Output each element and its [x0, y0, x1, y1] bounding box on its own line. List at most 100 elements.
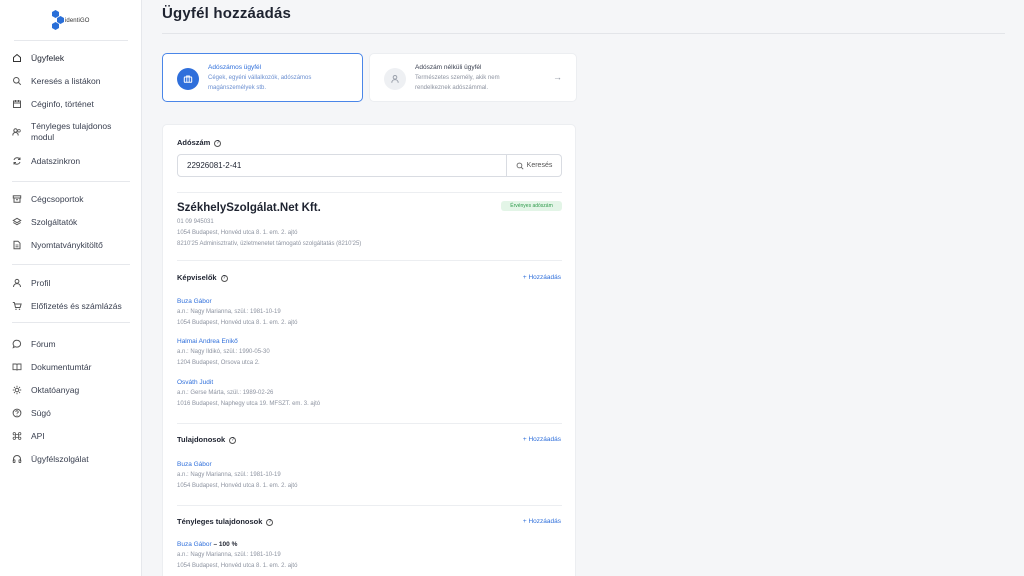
nav-item-ceginfo[interactable]: Céginfo, történet	[0, 92, 142, 115]
beneficial-owners-title-text: Tényleges tulajdonosok	[177, 517, 263, 526]
nav-item-label: Ügyfélszolgálat	[31, 453, 89, 464]
divider	[177, 192, 562, 193]
title-divider	[162, 33, 1005, 34]
nav-item-label: Oktatóanyag	[31, 384, 80, 395]
beneficial-owner-item: Buza Gábor – 100 % a.n.: Nagy Marianna, …	[177, 539, 297, 572]
help-icon[interactable]: ?	[229, 436, 237, 444]
nav-item-nyomtatvanykitolto[interactable]: Nyomtatványkitöltő	[0, 233, 142, 256]
home-icon	[12, 53, 22, 63]
layers-icon	[12, 217, 22, 227]
nav-divider	[12, 181, 130, 182]
beneficial-owners-title: Tényleges tulajdonosok?	[177, 517, 274, 526]
person-birth-info: a.n.: Nagy Marianna, szül.: 1981-10-19	[177, 309, 281, 315]
person-address: 1054 Budapest, Honvéd utca 8. 1. em. 2. …	[177, 320, 298, 326]
nav-item-tenyleges-tulajdonos[interactable]: Tényleges tulajdonos modul	[0, 115, 142, 149]
file-icon	[12, 240, 22, 250]
nav-item-label: API	[31, 430, 45, 441]
nav-item-label: Cégcsoportok	[31, 193, 84, 204]
archive-icon	[12, 194, 22, 204]
person-address: 1054 Budapest, Honvéd utca 8. 1. em. 2. …	[177, 483, 298, 489]
nav-item-elofizetes[interactable]: Előfizetés és számlázás	[0, 294, 142, 317]
nav-item-label: Tényleges tulajdonos modul	[31, 121, 112, 142]
sync-icon	[12, 156, 22, 166]
logo-text: identiGO	[65, 18, 90, 24]
client-type-title: Adószámos ügyfél	[208, 64, 262, 71]
briefcase-icon	[177, 68, 199, 90]
nav-item-dokumentumtar[interactable]: Dokumentumtár	[0, 355, 142, 378]
nav-group-account: Profil Előfizetés és számlázás	[0, 271, 142, 317]
person-name-link[interactable]: Osváth Judit	[177, 377, 320, 388]
nav-item-ugyfelek[interactable]: Ügyfelek	[0, 46, 142, 69]
nav-item-kereses[interactable]: Keresés a listákon	[0, 69, 142, 92]
calendar-icon	[12, 99, 22, 109]
representative-item: Halmai Andrea Enikő a.n.: Nagy Ildikó, s…	[177, 336, 270, 369]
person-birth-info: a.n.: Nagy Marianna, szül.: 1981-10-19	[177, 472, 281, 478]
tax-number-input[interactable]	[177, 154, 507, 177]
company-reg-number: 01 09 945031	[177, 219, 214, 225]
chat-icon	[12, 339, 22, 349]
person-name: Buza Gábor	[177, 541, 212, 548]
nav-item-api[interactable]: API	[0, 424, 142, 447]
person-birth-info: a.n.: Nagy Ildikó, szül.: 1990-05-30	[177, 349, 270, 355]
client-type-taxnumber-card[interactable]: Adószámos ügyfél Cégek, egyéni vállalkoz…	[162, 53, 363, 102]
representative-item: Osváth Judit a.n.: Gerse Márta, szül.: 1…	[177, 377, 320, 410]
person-name-link[interactable]: Buza Gábor	[177, 296, 297, 307]
users-icon	[12, 127, 22, 137]
headphones-icon	[12, 454, 22, 464]
nav-item-sugo[interactable]: Súgó	[0, 401, 142, 424]
help-icon[interactable]: ?	[214, 139, 222, 147]
sidebar: identiGO Ügyfelek Keresés a listákon Cég…	[0, 0, 142, 576]
nav-item-label: Keresés a listákon	[31, 75, 101, 86]
company-name: SzékhelySzolgálat.Net Kft.	[177, 202, 321, 214]
ownership-share: – 100 %	[211, 541, 238, 548]
person-name-link[interactable]: Buza Gábor	[177, 459, 297, 470]
client-form-card: Adószám? Keresés SzékhelySzolgálat.Net K…	[162, 124, 576, 576]
logo-divider	[14, 40, 128, 41]
nav-item-cegcsoportok[interactable]: Cégcsoportok	[0, 187, 142, 210]
nav-group-help: Fórum Dokumentumtár Oktatóanyag Súgó API…	[0, 332, 142, 470]
help-icon[interactable]: ?	[220, 274, 228, 282]
help-icon[interactable]: ?	[266, 518, 274, 526]
nav-group-main: Ügyfelek Keresés a listákon Céginfo, tör…	[0, 46, 142, 172]
user-icon	[384, 68, 406, 90]
nav-group-tools: Cégcsoportok Szolgáltatók Nyomtatványkit…	[0, 187, 142, 256]
nav-item-label: Ügyfelek	[31, 52, 65, 63]
divider	[177, 505, 562, 506]
status-badge: Érvényes adószám	[501, 201, 562, 211]
person-address: 1054 Budapest, Honvéd utca 8. 1. em. 2. …	[177, 563, 298, 569]
add-beneficial-owner-link[interactable]: + Hozzáadás	[523, 518, 561, 525]
search-button-label: Keresés	[526, 162, 553, 169]
add-owner-link[interactable]: + Hozzáadás	[523, 436, 561, 443]
nav-item-label: Adatszinkron	[31, 155, 81, 166]
nav-item-label: Céginfo, történet	[31, 98, 94, 109]
nav-item-adatszinkron[interactable]: Adatszinkron	[0, 149, 142, 172]
add-representative-link[interactable]: + Hozzáadás	[523, 274, 561, 281]
nav-item-label: Fórum	[31, 338, 56, 349]
nav-divider	[12, 264, 130, 265]
owners-title: Tulajdonosok?	[177, 435, 237, 444]
command-icon	[12, 431, 22, 441]
logo[interactable]: identiGO	[50, 10, 94, 34]
nav-item-profil[interactable]: Profil	[0, 271, 142, 294]
nav-item-forum[interactable]: Fórum	[0, 332, 142, 355]
person-name-link[interactable]: Halmai Andrea Enikő	[177, 336, 270, 347]
nav-divider	[12, 322, 130, 323]
nav-item-oktatoanyag[interactable]: Oktatóanyag	[0, 378, 142, 401]
nav-item-ugyfelszolgalat[interactable]: Ügyfélszolgálat	[0, 447, 142, 470]
owner-item: Buza Gábor a.n.: Nagy Marianna, szül.: 1…	[177, 459, 297, 492]
search-button[interactable]: Keresés	[507, 154, 562, 177]
person-address: 1204 Budapest, Orsova utca 2.	[177, 360, 260, 366]
representatives-title-text: Képviselők	[177, 273, 217, 282]
client-type-description: Természetes személy, akik nem rendelkezn…	[415, 75, 500, 91]
person-name-link[interactable]: Buza Gábor – 100 %	[177, 539, 297, 550]
page-title: Ügyfél hozzáadás	[162, 5, 292, 22]
person-birth-info: a.n.: Gerse Márta, szül.: 1989-02-26	[177, 390, 274, 396]
owners-title-text: Tulajdonosok	[177, 435, 226, 444]
nav-item-szolgaltatok[interactable]: Szolgáltatók	[0, 210, 142, 233]
nav-item-label: Dokumentumtár	[31, 361, 92, 372]
divider	[177, 260, 562, 261]
person-address: 1016 Budapest, Naphegy utca 19. MFSZT. e…	[177, 401, 321, 407]
client-type-description: Cégek, egyéni vállalkozók, adószámos mag…	[208, 75, 312, 91]
client-type-no-taxnumber-card[interactable]: Adószám nélküli ügyfél Természetes szemé…	[369, 53, 577, 102]
company-address: 1054 Budapest, Honvéd utca 8. 1. em. 2. …	[177, 230, 298, 236]
